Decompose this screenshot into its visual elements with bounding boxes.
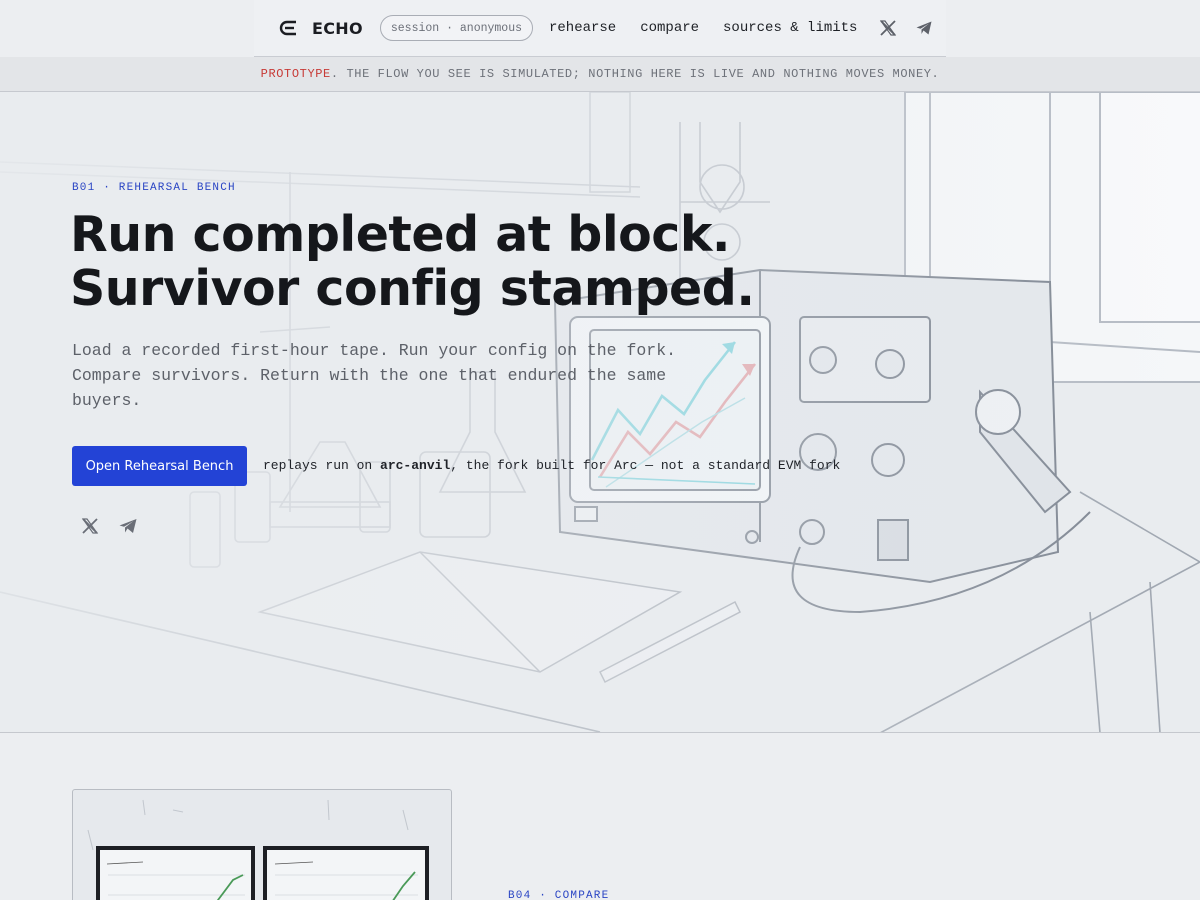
nav-link-sources-limits[interactable]: sources & limits [723, 20, 857, 36]
cta-note-post: , the fork built for Arc — not a standar… [450, 458, 841, 473]
prototype-banner: PROTOTYPE. THE FLOW YOU SEE IS SIMULATED… [0, 57, 1200, 92]
nav-link-compare[interactable]: compare [640, 20, 699, 36]
brand-name: ECHO [312, 18, 363, 38]
open-rehearsal-bench-button[interactable]: Open Rehearsal Bench [72, 446, 247, 486]
compare-illustration [72, 789, 452, 900]
compare-eyebrow: B04 · COMPARE [508, 890, 610, 900]
echo-logo-icon [279, 20, 296, 36]
x-icon[interactable] [879, 19, 897, 37]
compare-monitors-art [87, 799, 429, 900]
hero-social-links [80, 516, 138, 536]
headline-line-1: Run completed at block. [70, 206, 731, 263]
nav-link-rehearse[interactable]: rehearse [549, 20, 616, 36]
hero-eyebrow: B01 · REHEARSAL BENCH [72, 182, 236, 194]
brand[interactable]: ECHO [279, 17, 363, 39]
x-icon[interactable] [80, 516, 100, 536]
telegram-icon[interactable] [118, 516, 138, 536]
hero-section: B01 · REHEARSAL BENCH Run completed at b… [0, 92, 1200, 733]
top-nav: ECHO session · anonymous rehearse compar… [254, 0, 946, 57]
cta-note-pre: replays run on [263, 458, 381, 473]
banner-text: . THE FLOW YOU SEE IS SIMULATED; NOTHING… [330, 67, 940, 81]
headline-line-2: Survivor config stamped. [70, 260, 755, 317]
hero-headline: Run completed at block. Survivor config … [70, 208, 770, 316]
banner-prefix: PROTOTYPE [260, 67, 331, 81]
telegram-icon[interactable] [915, 19, 933, 37]
cta-note: replays run on arc-anvil, the fork built… [263, 458, 840, 473]
cta-note-fork-name: arc-anvil [380, 458, 451, 473]
hero-subtext: Load a recorded first-hour tape. Run you… [72, 341, 676, 410]
session-badge: session · anonymous [379, 15, 533, 41]
